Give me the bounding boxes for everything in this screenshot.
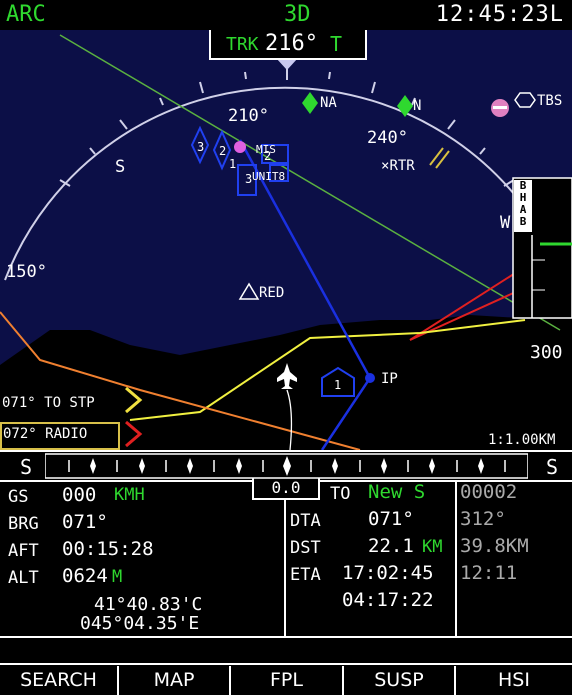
alt-unit: M xyxy=(112,567,123,587)
brg-value: 071° xyxy=(62,511,108,533)
alt-scale-letters: B H A B xyxy=(514,180,532,232)
alt-letter: B xyxy=(519,215,527,228)
alt-label: ALT xyxy=(8,568,39,588)
longitude: 045°04.35'E xyxy=(80,613,200,634)
next-distance: 39.8KM xyxy=(460,535,529,557)
next-time: 12:11 xyxy=(460,562,518,584)
gs-unit: KMH xyxy=(114,485,145,505)
next-course: 312° xyxy=(460,508,506,530)
divider xyxy=(0,636,572,638)
destination-name[interactable]: New S xyxy=(368,481,425,503)
heading-150-label: 150° xyxy=(6,262,47,282)
alt-scale-value: 300 xyxy=(530,342,563,363)
track-ref: T xyxy=(330,32,343,56)
waypoint-rtr-text: RTR xyxy=(389,158,415,174)
map-scale[interactable]: 1:1.00KM xyxy=(488,432,555,448)
divider xyxy=(0,663,572,665)
clock: 12:45:23L xyxy=(435,2,564,27)
hsi-scale xyxy=(45,453,528,479)
latitude: 41°40.83'C xyxy=(94,594,203,615)
mode-indicator: ARC xyxy=(6,2,46,27)
contact-number: 1 xyxy=(334,378,342,392)
hsi-left-label: S xyxy=(20,455,33,479)
dst-label: DST xyxy=(290,538,321,558)
divider xyxy=(455,480,457,636)
west-label: W xyxy=(500,213,511,233)
eta-value: 17:02:45 xyxy=(342,562,434,584)
track-value: 216° xyxy=(265,31,318,56)
susp-softkey[interactable]: SUSP xyxy=(344,666,454,694)
waypoint-tbs-label[interactable]: TBS xyxy=(537,93,562,109)
dst-unit: KM xyxy=(422,537,443,557)
contact-number: 2 xyxy=(264,149,272,163)
divider xyxy=(318,480,572,482)
waypoint-n-label[interactable]: N xyxy=(413,98,421,114)
xtrack-value: 0.0 xyxy=(252,478,320,500)
contact-number: 3 xyxy=(245,172,253,186)
eta-label: ETA xyxy=(290,565,321,585)
fpl-softkey[interactable]: FPL xyxy=(231,666,342,694)
to-label: TO xyxy=(330,484,351,504)
divider xyxy=(0,480,252,482)
brg-label: BRG xyxy=(8,514,39,534)
aft-value: 00:15:28 xyxy=(62,538,154,560)
waypoint-na-label[interactable]: NA xyxy=(320,95,337,111)
hsi-right-label: S xyxy=(546,455,559,479)
dst-value: 22.1 xyxy=(368,535,414,557)
contact-number: 2 xyxy=(219,144,227,158)
alt-value: 0624 xyxy=(62,565,108,587)
steer-to-stp: 071° TO STP xyxy=(2,395,95,411)
unit-label[interactable]: UNIT8 xyxy=(252,170,285,183)
gs-label: GS xyxy=(8,487,29,507)
moving-map[interactable] xyxy=(0,30,572,450)
heading-210-label: 210° xyxy=(228,106,269,126)
waypoint-ip-label[interactable]: IP xyxy=(381,371,398,387)
hsi-softkey[interactable]: HSI xyxy=(456,666,572,694)
contact-number: 3 xyxy=(197,140,205,154)
gs-value: 000 xyxy=(62,484,97,506)
track-label: TRK xyxy=(226,34,259,55)
contact-number: 1 xyxy=(229,157,237,171)
dta-value: 071° xyxy=(368,508,414,530)
waypoint-red-label[interactable]: RED xyxy=(259,285,284,301)
search-softkey[interactable]: SEARCH xyxy=(0,666,117,694)
steer-radio: 072° RADIO xyxy=(3,426,88,442)
dta-label: DTA xyxy=(290,511,321,531)
next-waypoint: 00002 xyxy=(460,481,518,503)
waypoint-rtr-label[interactable]: ×RTR xyxy=(381,158,415,174)
heading-240-label: 240° xyxy=(367,128,408,148)
divider xyxy=(284,500,286,636)
ete-value: 04:17:22 xyxy=(342,589,434,611)
aft-label: AFT xyxy=(8,541,39,561)
map-softkey[interactable]: MAP xyxy=(119,666,229,694)
south-label: S xyxy=(115,157,126,177)
view-indicator: 3D xyxy=(284,2,311,27)
